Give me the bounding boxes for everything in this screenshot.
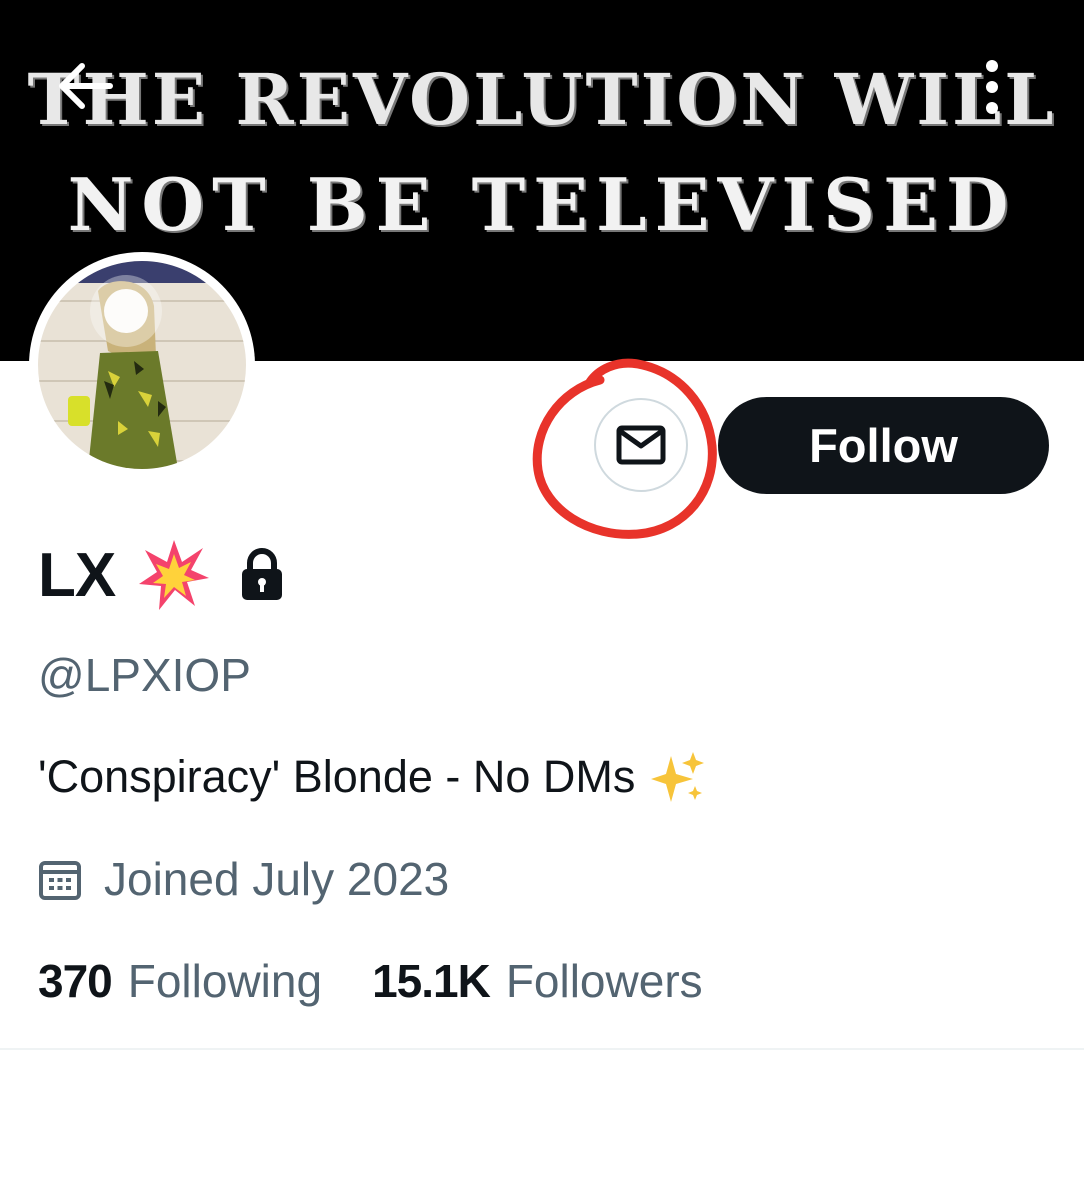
joined-date-row: Joined July 2023 bbox=[38, 852, 449, 906]
message-button[interactable] bbox=[594, 398, 688, 492]
follow-button[interactable]: Follow bbox=[718, 397, 1049, 494]
followers-count: 15.1K bbox=[372, 955, 491, 1007]
followers-link[interactable]: 15.1K Followers bbox=[372, 954, 703, 1008]
profile-bio: 'Conspiracy' Blonde - No DMs bbox=[38, 748, 707, 806]
avatar[interactable] bbox=[29, 252, 255, 478]
more-vertical-icon bbox=[986, 60, 998, 114]
lock-icon bbox=[242, 548, 283, 600]
banner-text-line-2: NOT BE TELEVISED bbox=[67, 162, 1017, 247]
divider bbox=[0, 1048, 1084, 1050]
more-options-button[interactable] bbox=[968, 54, 1016, 118]
collision-emoji-icon bbox=[139, 540, 210, 610]
followers-label: Followers bbox=[505, 955, 703, 1007]
profile-handle: @LPXIOP bbox=[38, 649, 251, 701]
banner-text-line-1: THE REVOLUTION WILL bbox=[27, 58, 1057, 141]
profile-stats: 370 Following 15.1K Followers bbox=[38, 954, 703, 1008]
following-count: 370 bbox=[38, 955, 113, 1007]
calendar-icon bbox=[39, 861, 81, 900]
profile-name-row: LX bbox=[38, 540, 285, 610]
display-name: LX bbox=[38, 540, 116, 610]
back-button[interactable] bbox=[52, 54, 116, 118]
sparkles-emoji-icon bbox=[651, 752, 705, 802]
following-label: Following bbox=[127, 955, 323, 1007]
following-link[interactable]: 370 Following bbox=[38, 954, 322, 1008]
arrow-left-icon bbox=[59, 63, 113, 109]
bio-text: 'Conspiracy' Blonde - No DMs bbox=[38, 751, 636, 802]
joined-text: Joined July 2023 bbox=[104, 853, 450, 905]
envelope-icon bbox=[616, 425, 666, 465]
avatar-image bbox=[38, 261, 246, 469]
